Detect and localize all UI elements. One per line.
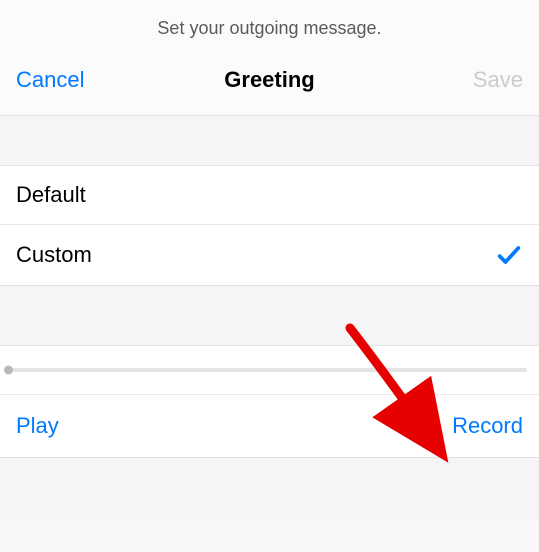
record-button[interactable]: Record <box>452 413 523 439</box>
option-default[interactable]: Default <box>0 166 539 225</box>
checkmark-icon <box>495 241 523 269</box>
section-spacer <box>0 286 539 346</box>
option-default-label: Default <box>16 182 86 208</box>
playback-slider[interactable] <box>4 368 527 372</box>
option-custom[interactable]: Custom <box>0 225 539 285</box>
playback-slider-thumb[interactable] <box>4 366 13 375</box>
option-custom-label: Custom <box>16 242 92 268</box>
greeting-options-list: Default Custom <box>0 166 539 286</box>
section-spacer <box>0 116 539 166</box>
playback-controls: Play Record <box>0 395 539 458</box>
navbar: Cancel Greeting Save <box>0 55 539 116</box>
save-button: Save <box>354 67 523 93</box>
playback-progress-area <box>0 346 539 395</box>
section-spacer <box>0 458 539 518</box>
play-button[interactable]: Play <box>16 413 59 439</box>
cancel-button[interactable]: Cancel <box>16 67 185 93</box>
instruction-text: Set your outgoing message. <box>0 0 539 55</box>
page-title: Greeting <box>185 67 354 93</box>
